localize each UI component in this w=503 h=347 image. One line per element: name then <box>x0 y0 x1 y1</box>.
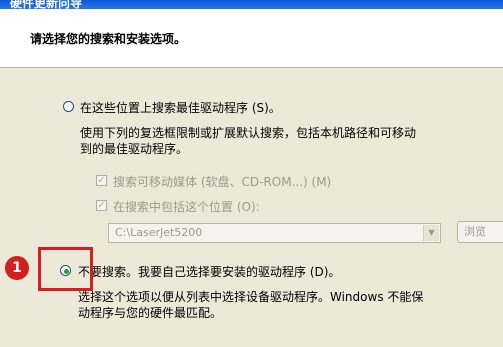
chevron-down-icon[interactable]: ▼ <box>423 225 439 241</box>
wizard-header: 请选择您的搜索和安装选项。 <box>0 9 503 68</box>
manual-description-line2: 动程序与您的硬件最匹配。 <box>78 306 223 320</box>
highlight-box <box>38 247 93 291</box>
radio-search-best-driver[interactable] <box>63 101 74 112</box>
checkbox-include-location[interactable]: ✓ <box>96 200 107 211</box>
radio-dont-search-label[interactable]: 不要搜索。我要自己选择要安装的驱动程序 (D)。 <box>78 263 340 280</box>
browse-button[interactable]: 浏览 <box>457 221 503 243</box>
location-combobox[interactable]: C:\LaserJet5200 ▼ <box>108 223 441 243</box>
step-marker: 1 <box>5 256 29 280</box>
search-description-line1: 使用下列的复选框限制或扩展默认搜索，包括本机路径和可移动 <box>80 126 417 140</box>
window-title: 硬件更新向导 <box>10 0 83 9</box>
title-bar: 硬件更新向导 <box>0 0 503 9</box>
manual-description-line1: 选择这个选项以便从列表中选择设备驱动程序。Windows 不能保 <box>78 290 424 304</box>
location-value: C:\LaserJet5200 <box>115 226 203 239</box>
checkbox-removable-label[interactable]: 搜索可移动媒体 (软盘、CD-ROM...) (M) <box>113 173 331 190</box>
checkbox-location-label[interactable]: 在搜索中包括这个位置 (O): <box>113 198 260 215</box>
radio-search-label[interactable]: 在这些位置上搜索最佳驱动程序 (S)。 <box>80 99 281 116</box>
search-description-line2: 到的最佳驱动程序。 <box>80 142 189 156</box>
instruction-text: 请选择您的搜索和安装选项。 <box>30 32 187 46</box>
checkbox-removable-media[interactable]: ✓ <box>96 175 107 186</box>
